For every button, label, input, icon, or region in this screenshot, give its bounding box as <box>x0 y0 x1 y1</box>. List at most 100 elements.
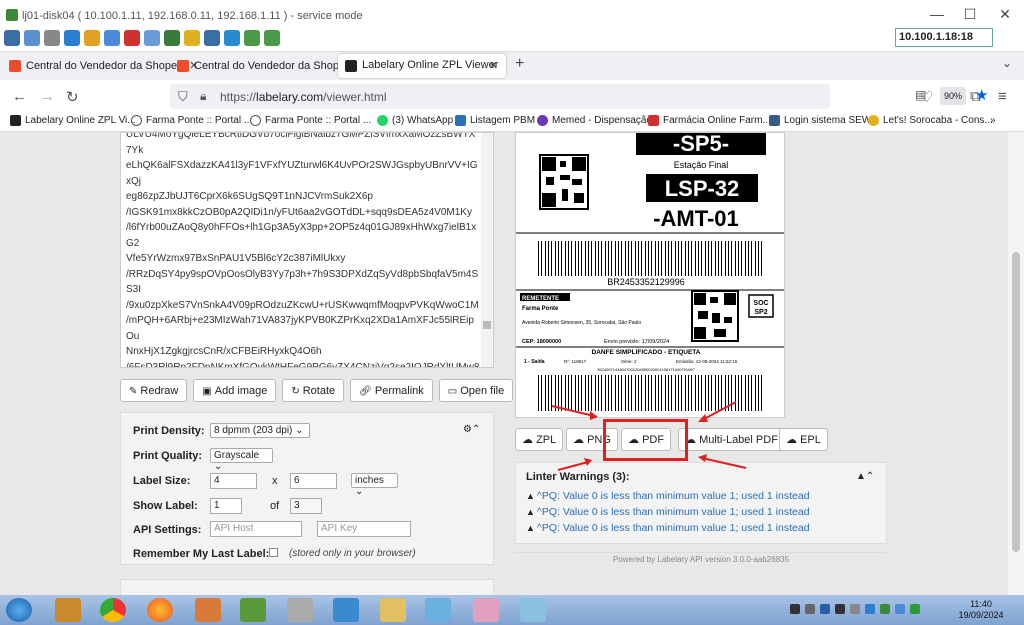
taskbar-app-user[interactable] <box>195 598 221 622</box>
list-tabs-chevron-icon[interactable]: ⌄ <box>1002 56 1012 70</box>
zpl-scrollbar[interactable] <box>481 133 493 367</box>
reload-icon[interactable]: ↻ <box>66 88 79 106</box>
bookmark-memed[interactable]: Memed - Dispensação <box>537 115 652 126</box>
url-bar[interactable]: ⛉ 🔒︎ https://labelary.com/viewer.html ▤ … <box>170 84 988 109</box>
warning-text: ^PQ: Value 0 is less than minimum value … <box>536 522 810 534</box>
permalink-button[interactable]: 🔗︎ Permalink <box>350 379 433 402</box>
fullscreen-icon[interactable] <box>24 30 40 46</box>
zoom-level[interactable]: 90% <box>940 87 966 105</box>
units-select[interactable]: inches ⌄ <box>351 473 398 497</box>
tray-monitor-icon[interactable] <box>850 604 860 614</box>
print-density-select[interactable]: 8 dpmm (203 dpi) ⌄ <box>210 423 310 438</box>
bookmark-whatsapp[interactable]: (3) WhatsApp <box>377 115 453 126</box>
taskbar-app-window[interactable] <box>520 598 546 622</box>
menu-icon[interactable]: ≡ <box>998 88 1007 105</box>
qr-code-small <box>691 290 739 342</box>
info-icon[interactable] <box>104 30 120 46</box>
page-scrollbar[interactable] <box>1008 132 1024 595</box>
lock-icon[interactable]: 🔒︎ <box>200 89 206 104</box>
arrow-head <box>590 411 598 420</box>
monitor-icon[interactable] <box>164 30 180 46</box>
bookmark-farmacia-online[interactable]: Farmácia Online Farm... <box>648 115 771 126</box>
linter-warning[interactable]: ▲ ^PQ: Value 0 is less than minimum value… <box>526 490 810 502</box>
paint-icon[interactable] <box>473 598 499 622</box>
chat-icon[interactable] <box>264 30 280 46</box>
bookmark-sew[interactable]: Login sistema SEW <box>769 115 871 126</box>
close-button[interactable]: ✕ <box>990 6 1020 23</box>
open-file-button[interactable]: ▭ Open file <box>438 379 514 402</box>
label-width-input[interactable]: 4 <box>210 473 257 489</box>
network-icon[interactable] <box>4 30 20 46</box>
windows-icon[interactable] <box>84 30 100 46</box>
chrome-icon[interactable] <box>100 598 126 622</box>
settings-icon[interactable] <box>44 30 60 46</box>
linter-collapse-icon[interactable]: ▲⌃ <box>856 471 874 482</box>
bookmark-star-icon[interactable]: ★ <box>975 86 988 104</box>
tray-printer-icon[interactable] <box>805 604 815 614</box>
zpl-scroll-thumb[interactable] <box>483 321 491 329</box>
bookmark-lets-sorocaba[interactable]: Let's! Sorocaba - Cons... <box>868 115 993 126</box>
settings-gear-icon[interactable]: ⚙︎⌃ <box>463 424 480 435</box>
url-text[interactable]: https://labelary.com/viewer.html <box>220 90 387 104</box>
transfer-icon[interactable] <box>144 30 160 46</box>
minimize-button[interactable]: — <box>922 6 952 22</box>
refresh-icon[interactable] <box>64 30 80 46</box>
rdp-address-field[interactable]: 10.100.1.18:18 <box>895 28 993 47</box>
reader-view-icon[interactable]: ▤ <box>915 88 926 102</box>
taskbar-clock[interactable]: 11:40 19/09/2024 <box>955 599 1007 621</box>
vidalink-icon[interactable] <box>333 598 359 622</box>
bookmark-labelary[interactable]: Labelary Online ZPL Vi... <box>10 115 136 126</box>
bookmark-farma-ponte-2[interactable]: Farma Ponte :: Portal ... <box>250 115 371 126</box>
label-height-input[interactable]: 6 <box>290 473 337 489</box>
new-tab-plus-icon[interactable]: + <box>515 55 524 73</box>
tray-help-icon[interactable] <box>895 604 905 614</box>
bookmark-listagem-pbm[interactable]: Listagem PBM <box>455 115 535 126</box>
zpl-code[interactable]: ULVU4MoYgQleLEYBcRtlDGVb7ociFiglBNalbz7G… <box>126 133 480 367</box>
page-scroll-thumb[interactable] <box>1012 252 1020 552</box>
zpl-textarea[interactable]: ULVU4MoYgQleLEYBcRtlDGVb7ociFiglBNalbz7G… <box>120 132 494 368</box>
linter-warning[interactable]: ▲ ^PQ: Value 0 is less than minimum value… <box>526 506 810 518</box>
explorer-icon[interactable] <box>380 598 406 622</box>
stop-icon[interactable] <box>124 30 140 46</box>
api-host-input[interactable]: API Host <box>210 521 302 537</box>
epl-format-button[interactable]: ☁︎ EPL <box>779 428 828 451</box>
api-key-input[interactable]: API Key <box>317 521 411 537</box>
label-preview: -SP5- Estação Final LSP-32 -AMT-01 BR245… <box>515 132 785 418</box>
add-image-button[interactable]: ▣ Add image <box>193 379 277 402</box>
maximize-button[interactable]: ☐ <box>955 6 985 23</box>
taskbar-app-printer[interactable] <box>287 598 313 622</box>
share-icon[interactable] <box>244 30 260 46</box>
camera-icon[interactable] <box>224 30 240 46</box>
tray-network-icon[interactable] <box>835 604 845 614</box>
print-quality-select[interactable]: Grayscale ⌄ <box>210 448 273 472</box>
tray-arrow-icon[interactable] <box>790 604 800 614</box>
firefox-icon[interactable] <box>147 598 173 622</box>
remember-checkbox[interactable] <box>269 548 278 557</box>
image-icon: ▣ <box>202 385 212 397</box>
forward-arrow-icon[interactable]: → <box>40 88 55 105</box>
show-label-input[interactable]: 1 <box>210 498 242 514</box>
bookmark-farma-ponte-1[interactable]: Farma Ponte :: Portal ... <box>131 115 252 126</box>
tray-volume-icon[interactable] <box>865 604 875 614</box>
bookmarks-overflow-icon[interactable]: » <box>990 115 996 126</box>
tab-close-icon[interactable]: ✕ <box>489 59 498 72</box>
barcode-bar <box>665 241 666 276</box>
taskbar-app-7[interactable] <box>240 598 266 622</box>
tray-shield-icon[interactable] <box>820 604 830 614</box>
barcode-bar <box>731 241 732 276</box>
taskbar-app-notes[interactable] <box>425 598 451 622</box>
back-arrow-icon[interactable]: ← <box>12 88 27 105</box>
window-icon[interactable] <box>204 30 220 46</box>
taskbar-app-briefcase[interactable] <box>55 598 81 622</box>
linter-warning[interactable]: ▲ ^PQ: Value 0 is less than minimum value… <box>526 522 810 534</box>
barcode-bar <box>761 241 762 276</box>
folder-icon[interactable] <box>184 30 200 46</box>
redraw-button[interactable]: ✎ Redraw <box>120 379 188 402</box>
barcode-bar <box>728 241 729 276</box>
tray-app-icon[interactable] <box>880 604 890 614</box>
tab-labelary[interactable]: Labelary Online ZPL Viewer ✕ <box>338 54 506 78</box>
rotate-button[interactable]: ↻ Rotate <box>282 379 345 402</box>
tray-flag-icon[interactable] <box>910 604 920 614</box>
start-button[interactable] <box>6 598 32 622</box>
shield-icon[interactable]: ⛉ <box>178 89 188 105</box>
